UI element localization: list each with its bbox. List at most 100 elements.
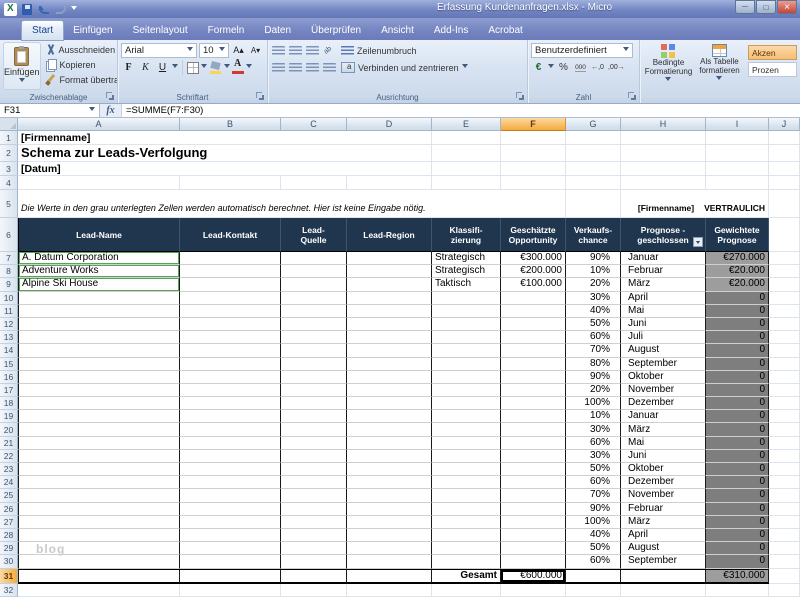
row-header-16[interactable]: 16 <box>0 371 18 384</box>
select-all-corner[interactable] <box>0 118 18 131</box>
cell-lead-region[interactable] <box>347 463 432 476</box>
formula-input[interactable]: =SUMME(F7:F30) <box>122 104 800 117</box>
cell-opportunity[interactable] <box>501 476 566 489</box>
selected-cell-f31[interactable]: €600.000 <box>501 569 566 584</box>
cell-lead-kontakt[interactable] <box>180 542 281 555</box>
cell-klassifizierung[interactable] <box>432 344 501 357</box>
cell-lead-quelle[interactable] <box>281 529 347 542</box>
maximize-button[interactable] <box>756 0 776 14</box>
cell-style-prozent[interactable]: Prozen <box>748 62 797 77</box>
row-header-27[interactable]: 27 <box>0 516 18 529</box>
cell-lead-quelle[interactable] <box>281 371 347 384</box>
cell[interactable] <box>769 423 800 436</box>
dialog-launcher-icon[interactable] <box>106 92 115 101</box>
cell-opportunity[interactable] <box>501 542 566 555</box>
cell[interactable] <box>281 176 347 190</box>
cell-gewichtete-prognose[interactable]: 0 <box>706 344 769 357</box>
cell-klassifizierung[interactable] <box>432 397 501 410</box>
decrease-decimal-button[interactable] <box>607 60 626 75</box>
cell-lead-name[interactable]: Alpine Ski House <box>18 278 180 291</box>
cell-lead-region[interactable] <box>347 397 432 410</box>
fill-color-icon[interactable] <box>209 61 222 74</box>
cell-lead-kontakt[interactable] <box>180 463 281 476</box>
cell-gewichtete-prognose[interactable]: 0 <box>706 410 769 423</box>
cell[interactable] <box>769 489 800 502</box>
row-header-7[interactable]: 7 <box>0 252 18 265</box>
table-header-1[interactable]: Lead-Kontakt <box>180 218 281 252</box>
format-painter-button[interactable]: Format übertragen <box>44 72 118 87</box>
underline-button[interactable]: U <box>155 60 170 75</box>
cell-lead-name[interactable] <box>18 437 180 450</box>
cell[interactable] <box>501 145 566 162</box>
cell-lead-quelle[interactable] <box>281 318 347 331</box>
cell-klassifizierung[interactable] <box>432 437 501 450</box>
cell-prognose-monat[interactable]: Januar <box>621 410 706 423</box>
chevron-down-icon[interactable] <box>246 64 252 71</box>
cell-lead-name[interactable] <box>18 529 180 542</box>
cell-klassifizierung[interactable]: Taktisch <box>432 278 501 291</box>
percent-format-button[interactable] <box>556 60 571 75</box>
tab-ansicht[interactable]: Ansicht <box>371 21 424 40</box>
cell[interactable] <box>18 584 180 597</box>
cell-verkaufschance[interactable]: 90% <box>566 503 621 516</box>
cell-lead-kontakt[interactable] <box>180 529 281 542</box>
cell-gewichtete-prognose[interactable]: 0 <box>706 516 769 529</box>
cell-prognose-monat[interactable]: März <box>621 278 706 291</box>
cell-opportunity[interactable]: €200.000 <box>501 265 566 278</box>
cell-gewichtete-prognose[interactable]: €20.000 <box>706 278 769 291</box>
cell-lead-quelle[interactable] <box>281 397 347 410</box>
cell[interactable] <box>281 584 347 597</box>
cell-lead-name[interactable] <box>18 305 180 318</box>
row-header-26[interactable]: 26 <box>0 503 18 516</box>
cell-lead-quelle[interactable] <box>281 410 347 423</box>
cell-prognose-monat[interactable]: Dezember <box>621 397 706 410</box>
cell-verkaufschance[interactable]: 70% <box>566 344 621 357</box>
cell-lead-quelle[interactable] <box>281 489 347 502</box>
cell-prognose-monat[interactable]: September <box>621 555 706 568</box>
cell-prognose-monat[interactable]: Januar <box>621 252 706 265</box>
cell-opportunity[interactable] <box>501 384 566 397</box>
cell-lead-kontakt[interactable] <box>180 278 281 291</box>
cell-klassifizierung[interactable] <box>432 503 501 516</box>
cell[interactable] <box>769 371 800 384</box>
redo-icon[interactable] <box>54 3 68 16</box>
cell-prognose-monat[interactable]: August <box>621 344 706 357</box>
cell-lead-name[interactable] <box>18 318 180 331</box>
cell[interactable] <box>180 584 281 597</box>
cell-prognose-monat[interactable]: Oktober <box>621 463 706 476</box>
cell[interactable] <box>769 450 800 463</box>
cell-gewichtete-prognose[interactable]: 0 <box>706 555 769 568</box>
cell[interactable] <box>769 384 800 397</box>
align-bottom-button[interactable] <box>305 43 320 58</box>
cell-lead-region[interactable] <box>347 305 432 318</box>
row-header-24[interactable]: 24 <box>0 476 18 489</box>
cell-lead-region[interactable] <box>347 410 432 423</box>
cell-lead-quelle[interactable] <box>281 463 347 476</box>
table-header-5[interactable]: Geschätzte Opportunity <box>501 218 566 252</box>
cell-opportunity[interactable] <box>501 358 566 371</box>
cell[interactable] <box>566 176 621 190</box>
dialog-launcher-icon[interactable] <box>628 92 637 101</box>
tab-acrobat[interactable]: Acrobat <box>478 21 532 40</box>
cell-lead-region[interactable] <box>347 318 432 331</box>
cell-prognose-monat[interactable]: Juli <box>621 331 706 344</box>
cell[interactable] <box>347 176 432 190</box>
cell-opportunity[interactable]: €100.000 <box>501 278 566 291</box>
cell[interactable] <box>769 176 800 190</box>
cell-gewichtete-prognose[interactable]: 0 <box>706 463 769 476</box>
cell-lead-name[interactable] <box>18 410 180 423</box>
row-header-18[interactable]: 18 <box>0 397 18 410</box>
cell-verkaufschance[interactable]: 60% <box>566 555 621 568</box>
cell-lead-kontakt[interactable] <box>180 265 281 278</box>
cell[interactable] <box>769 318 800 331</box>
cell-lead-name[interactable] <box>18 358 180 371</box>
table-header-6[interactable]: Verkaufs- chance <box>566 218 621 252</box>
cell-opportunity[interactable] <box>501 331 566 344</box>
cell-opportunity[interactable] <box>501 463 566 476</box>
cell-klassifizierung[interactable] <box>432 384 501 397</box>
cell-opportunity[interactable] <box>501 292 566 305</box>
row-header-19[interactable]: 19 <box>0 410 18 423</box>
cell[interactable] <box>769 529 800 542</box>
bold-button[interactable]: F <box>121 60 136 75</box>
cell-klassifizierung[interactable] <box>432 305 501 318</box>
